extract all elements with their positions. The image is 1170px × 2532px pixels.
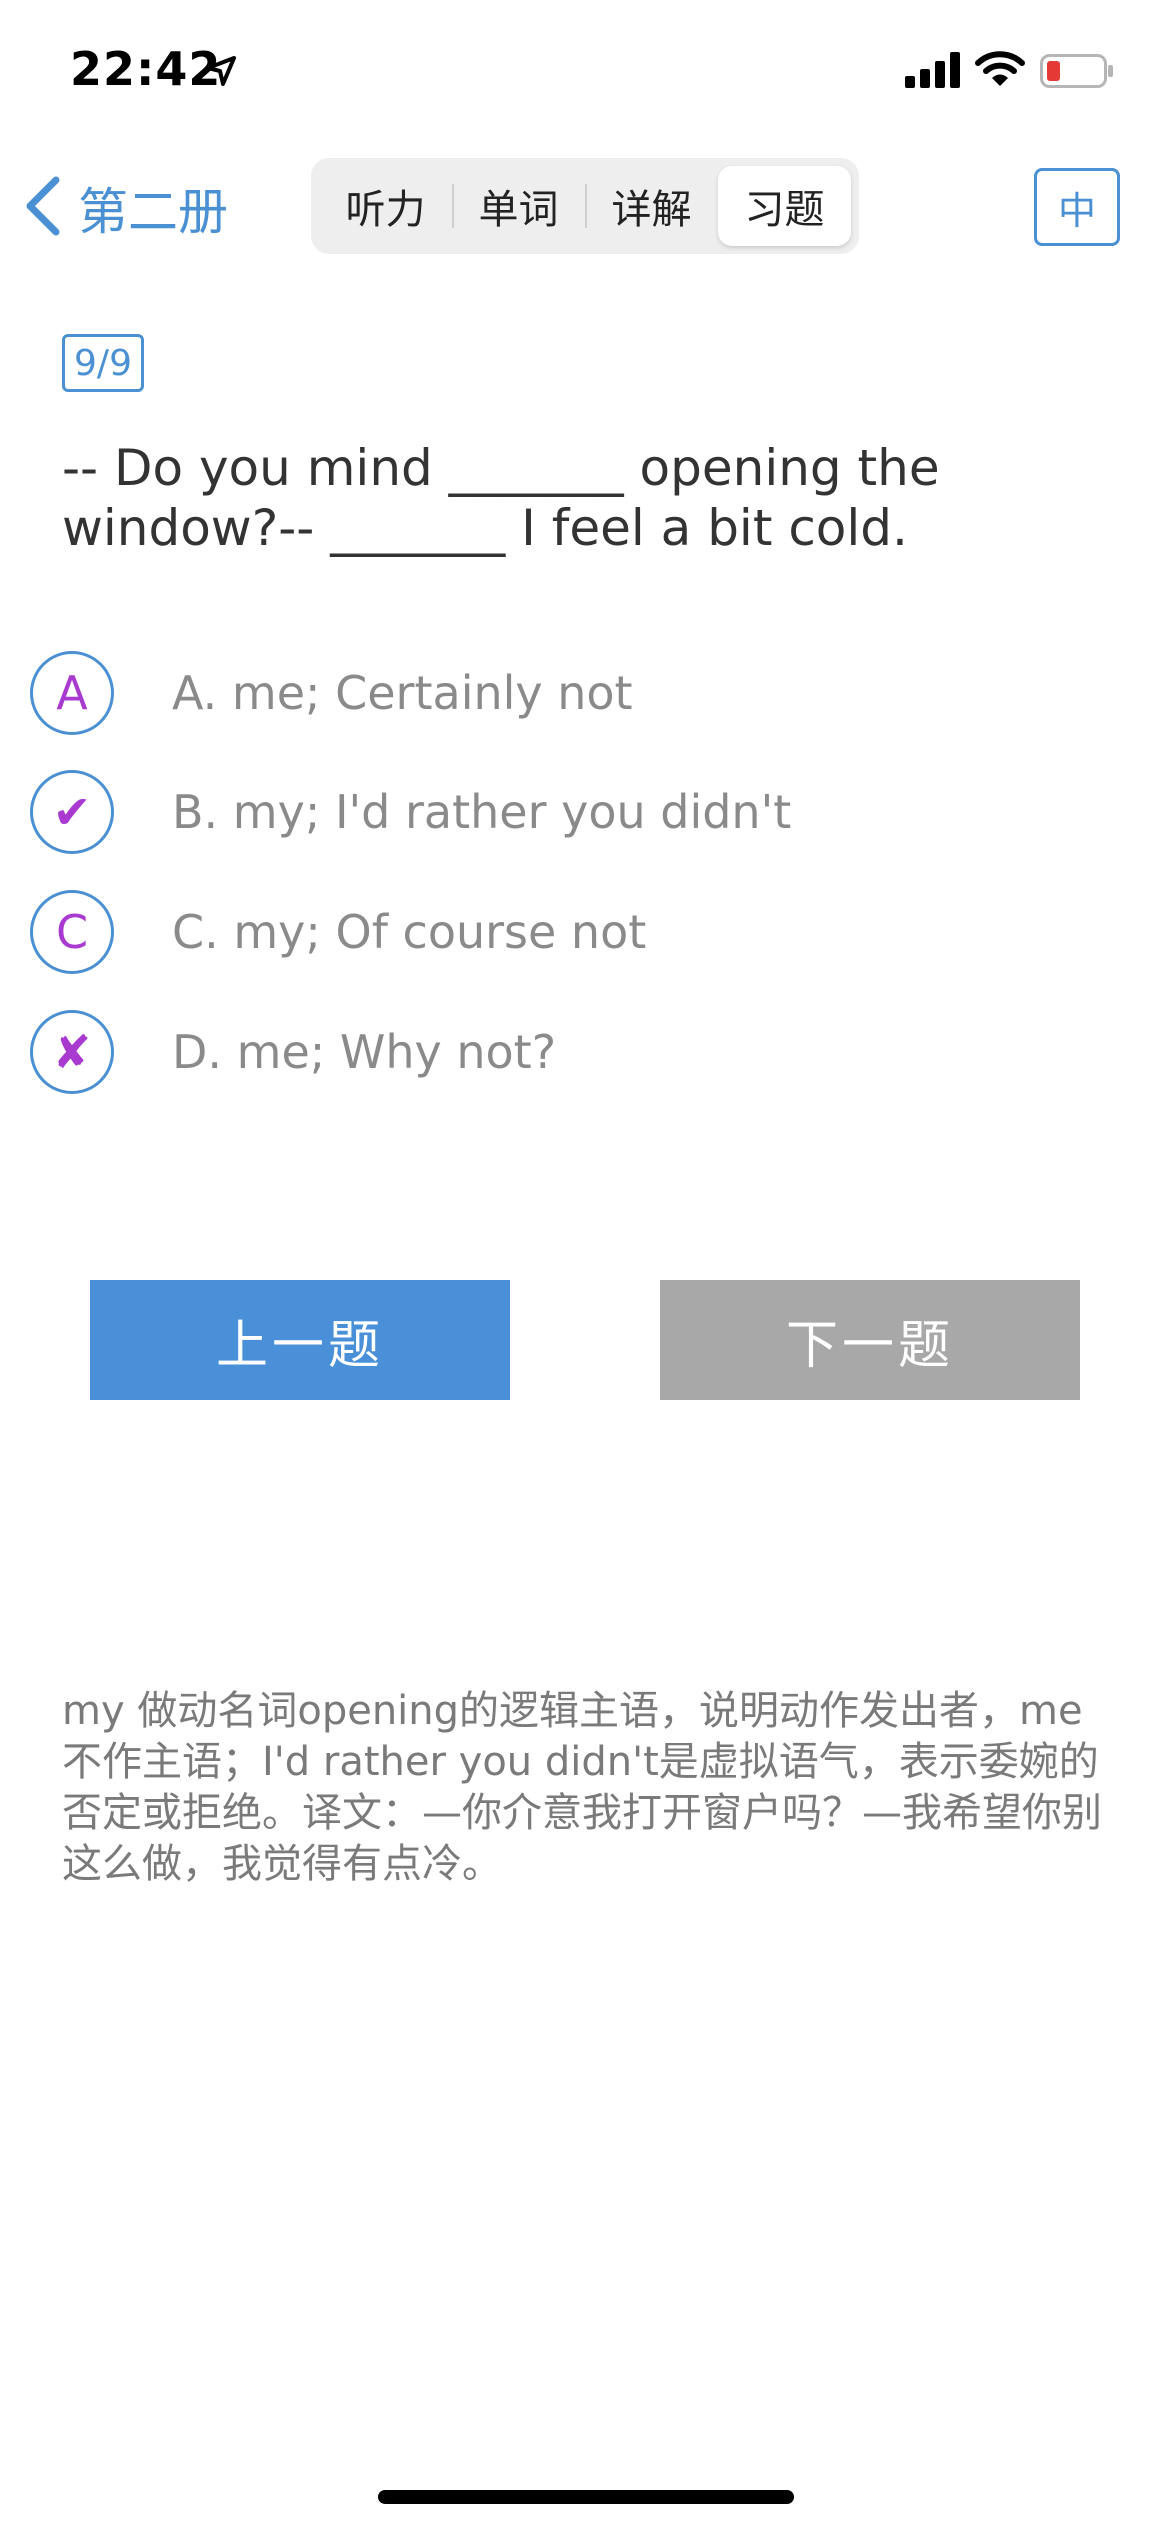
option-text: B. my; I'd rather you didn't [172,785,792,839]
back-button[interactable]: 第二册 [24,168,228,248]
tab-listening[interactable]: 听力 [319,166,452,246]
cellular-signal-icon [905,52,961,92]
option-letter-marker: C [30,890,114,974]
cross-icon: ✘ [30,1010,114,1094]
wifi-icon [975,50,1025,92]
back-label: 第二册 [78,183,228,241]
location-arrow-icon [206,56,236,90]
question-counter: 9/9 [62,334,144,392]
answer-explanation: my 做动名词opening的逻辑主语，说明动作发出者，me不作主语；I'd r… [62,1688,1102,1887]
option-b[interactable]: ✔ B. my; I'd rather you didn't [30,767,791,857]
option-letter-marker: A [30,651,114,735]
tab-explanation[interactable]: 详解 [585,166,718,246]
option-text: C. my; Of course not [172,905,647,959]
tab-vocabulary[interactable]: 单词 [452,166,585,246]
chevron-left-icon [24,176,60,240]
option-text: D. me; Why not? [172,1025,557,1079]
previous-question-button[interactable]: 上一题 [90,1280,510,1400]
option-c[interactable]: C C. my; Of course not [30,887,646,977]
battery-icon [1040,54,1114,92]
option-a[interactable]: A A. me; Certainly not [30,648,633,738]
home-indicator[interactable] [378,2490,794,2504]
option-text: A. me; Certainly not [172,666,633,720]
language-toggle-button[interactable]: 中 [1034,168,1120,246]
section-tabs: 听力 单词 详解 习题 [311,158,859,254]
option-d[interactable]: ✘ D. me; Why not? [30,1007,556,1097]
next-question-button[interactable]: 下一题 [660,1280,1080,1400]
checkmark-icon: ✔ [30,770,114,854]
question-text: -- Do you mind _______ opening the windo… [62,439,940,557]
status-time: 22:42 [70,42,222,96]
tab-exercises[interactable]: 习题 [718,166,851,246]
